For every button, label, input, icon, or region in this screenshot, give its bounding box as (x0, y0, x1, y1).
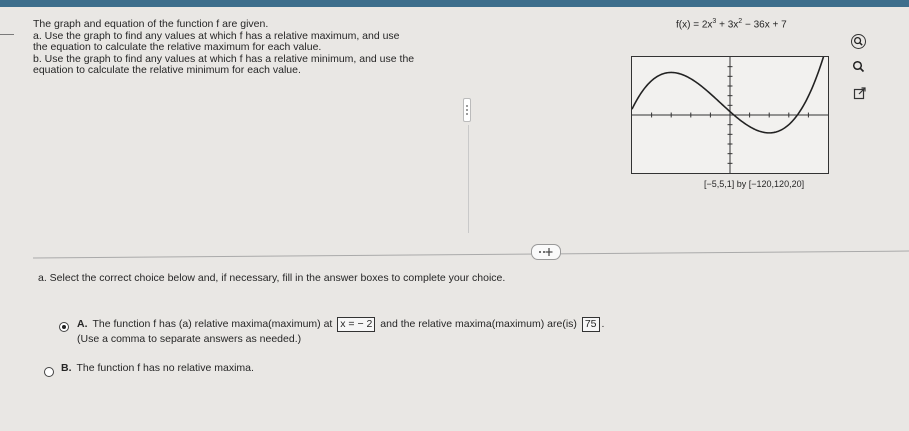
answer-box-max-value[interactable]: 75 (581, 317, 600, 332)
function-graph (631, 56, 829, 174)
zoom-out-icon[interactable] (852, 60, 865, 73)
choice-a-letter: A. (77, 318, 88, 330)
function-equation: f(x) = 2x3 + 3x2 − 36x + 7 (676, 18, 787, 30)
choice-a-radio[interactable] (59, 322, 69, 332)
choice-b-text: The function f has no relative maxima. (76, 362, 254, 374)
answer-box-x[interactable]: x = − 2 (337, 317, 376, 332)
choice-a: A. The function f has (a) relative maxima… (77, 317, 604, 332)
panel-divider (468, 125, 469, 233)
graph-canvas (632, 57, 828, 173)
choice-b-letter: B. (61, 362, 72, 374)
choice-a-hint: (Use a comma to separate answers as need… (77, 333, 302, 345)
equation-part: f(x) = 2x (676, 19, 713, 31)
section-divider (33, 250, 909, 259)
question-line: The graph and equation of the function f… (33, 18, 269, 30)
left-margin-mark (0, 34, 14, 35)
question-text: The graph and equation of the function f… (33, 18, 463, 77)
choice-a-text-2: and the relative maxima(maximum) are(is) (380, 318, 577, 330)
zoom-in-icon[interactable] (851, 34, 866, 49)
choice-a-text: The function f has (a) relative maxima(m… (92, 318, 333, 330)
external-link-icon[interactable] (853, 87, 866, 100)
top-bar (0, 0, 909, 7)
part-a-instruction: a. Select the correct choice below and, … (38, 272, 506, 284)
expand-collapse-button[interactable] (531, 244, 561, 260)
expand-icon (539, 248, 553, 256)
equation-part: + 3x (716, 19, 739, 31)
panel-resize-handle[interactable] (463, 98, 471, 122)
graph-window-label: [−5,5,1] by [−120,120,20] (704, 179, 805, 189)
choice-b-radio[interactable] (44, 367, 54, 377)
equation-part: − 36x + 7 (742, 19, 787, 31)
question-line: equation to calculate the relative minim… (33, 64, 301, 77)
choice-b: B. The function f has no relative maxima. (61, 362, 254, 374)
choice-a-period: . (601, 318, 605, 330)
